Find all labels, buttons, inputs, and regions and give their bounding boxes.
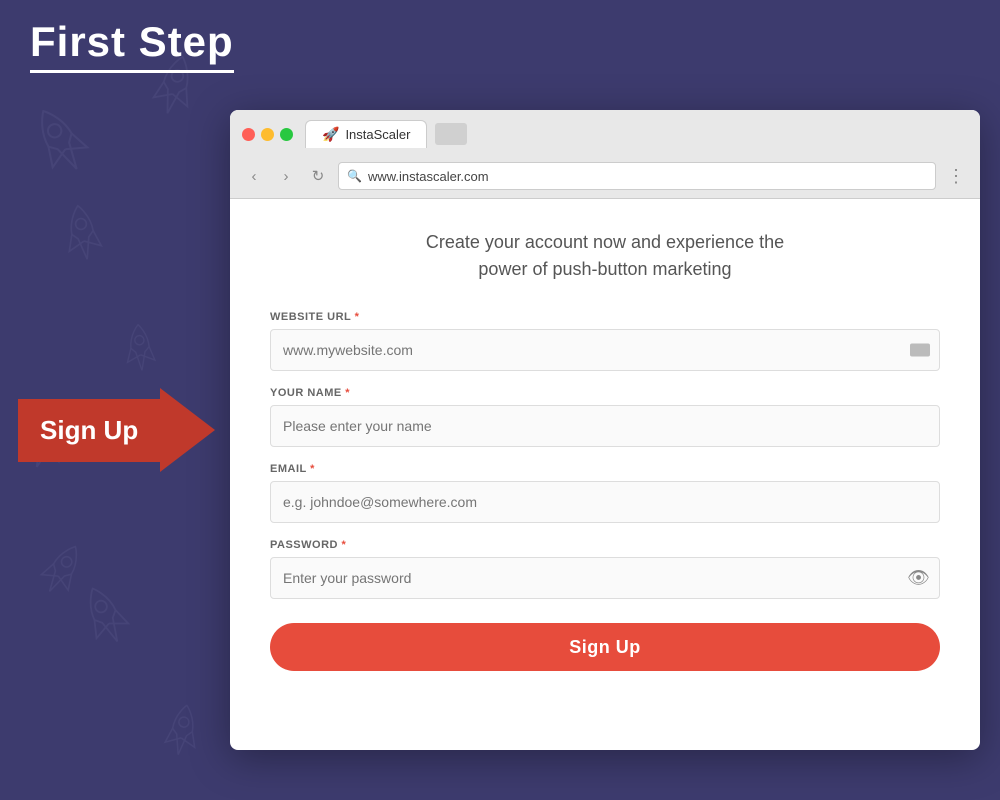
tab-title: InstaScaler	[345, 127, 410, 142]
active-tab[interactable]: 🚀 InstaScaler	[305, 120, 427, 148]
page-title: First Step	[30, 18, 234, 73]
browser-window: 🚀 InstaScaler ‹ › ↻ 🔍 www.instascaler.co…	[230, 110, 980, 750]
email-group: EMAIL *	[270, 463, 940, 523]
website-url-group: WEBSITE URL *	[270, 311, 940, 371]
email-wrapper	[270, 481, 940, 523]
website-url-wrapper	[270, 329, 940, 371]
forward-button[interactable]: ›	[274, 164, 298, 188]
required-star-email: *	[310, 463, 315, 475]
top-header: First Step	[0, 0, 1000, 90]
maximize-button[interactable]	[280, 128, 293, 141]
website-url-label: WEBSITE URL *	[270, 311, 940, 323]
new-tab-button[interactable]	[435, 123, 467, 145]
back-button[interactable]: ‹	[242, 164, 266, 188]
signup-label: Sign Up	[18, 399, 160, 462]
name-label: YOUR NAME *	[270, 387, 940, 399]
hero-text: Create your account now and experience t…	[270, 229, 940, 283]
tab-area: 🚀 InstaScaler	[305, 120, 467, 148]
password-label: PASSWORD *	[270, 539, 940, 551]
email-label: EMAIL *	[270, 463, 940, 475]
name-input[interactable]	[270, 405, 940, 447]
name-wrapper	[270, 405, 940, 447]
browser-chrome: 🚀 InstaScaler ‹ › ↻ 🔍 www.instascaler.co…	[230, 110, 980, 199]
arrow-icon	[160, 388, 215, 472]
required-star-name: *	[345, 387, 350, 399]
minimize-button[interactable]	[261, 128, 274, 141]
browser-content: Create your account now and experience t…	[230, 199, 980, 750]
show-password-icon[interactable]: 👁	[907, 568, 930, 589]
browser-nav-row: ‹ › ↻ 🔍 www.instascaler.com ⋮	[242, 156, 968, 198]
required-star-password: *	[342, 539, 347, 551]
signup-arrow-container: Sign Up	[18, 388, 215, 472]
signup-button[interactable]: Sign Up	[270, 623, 940, 671]
url-text: www.instascaler.com	[368, 169, 489, 184]
required-star-url: *	[355, 311, 360, 323]
traffic-lights	[242, 128, 293, 141]
password-group: PASSWORD * 👁	[270, 539, 940, 599]
password-wrapper: 👁	[270, 557, 940, 599]
reload-button[interactable]: ↻	[306, 164, 330, 188]
more-button[interactable]: ⋮	[944, 164, 968, 188]
website-url-input[interactable]	[270, 329, 940, 371]
tab-favicon-icon: 🚀	[322, 126, 339, 143]
website-icon	[910, 344, 930, 357]
browser-top-row: 🚀 InstaScaler	[242, 120, 968, 148]
close-button[interactable]	[242, 128, 255, 141]
password-input[interactable]	[270, 557, 940, 599]
name-group: YOUR NAME *	[270, 387, 940, 447]
address-bar[interactable]: 🔍 www.instascaler.com	[338, 162, 936, 190]
email-input[interactable]	[270, 481, 940, 523]
search-icon: 🔍	[347, 169, 362, 183]
